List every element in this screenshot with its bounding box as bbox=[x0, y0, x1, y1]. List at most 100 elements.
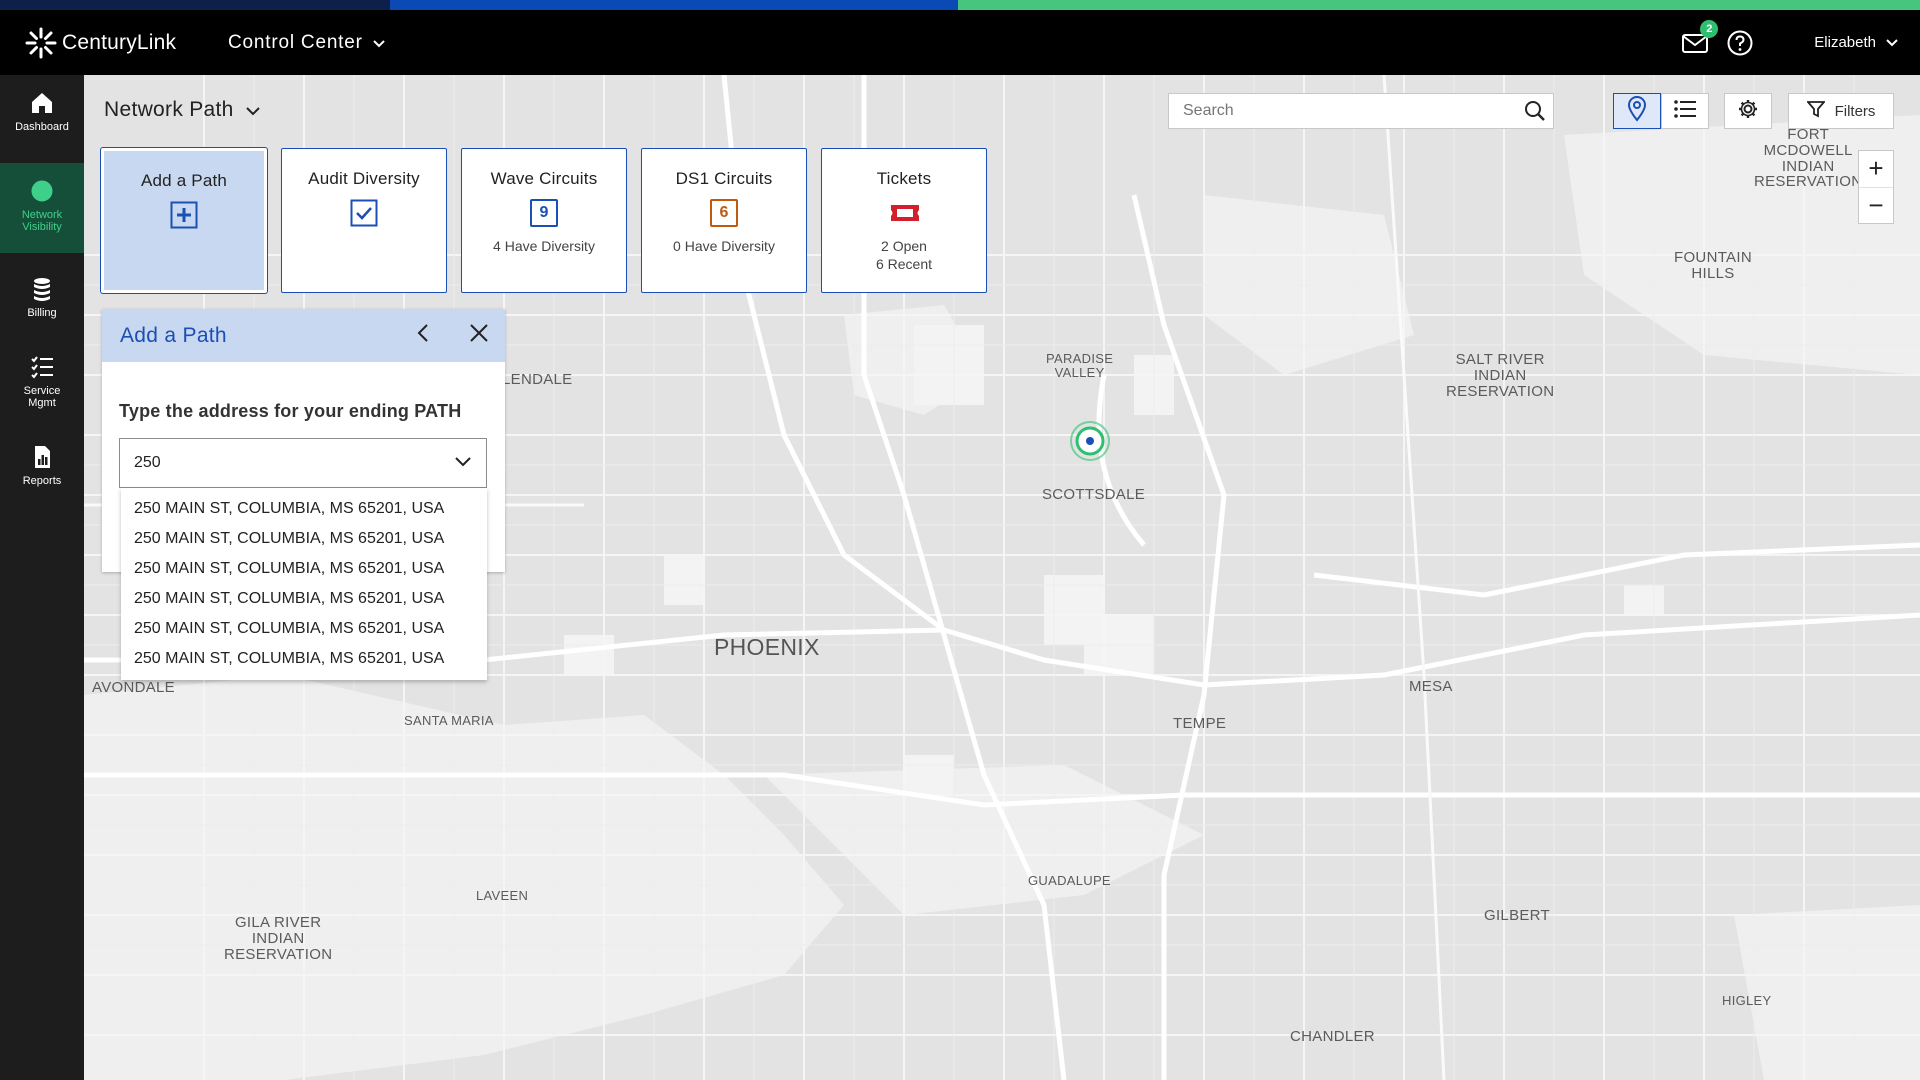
card-add-a-path[interactable]: Add a Path bbox=[101, 148, 267, 293]
address-option[interactable]: 250 MAIN ST, COLUMBIA, MS 65201, USA bbox=[121, 584, 487, 614]
dropdown-toggle[interactable] bbox=[440, 454, 486, 472]
checklist-icon bbox=[28, 353, 56, 381]
map-label-paradise-valley: PARADISE VALLEY bbox=[1046, 352, 1113, 379]
map-label-santa-maria: SANTA MARIA bbox=[404, 714, 494, 728]
nav-item-network-visibility[interactable]: Network Visibility bbox=[0, 163, 84, 253]
checkbox-icon bbox=[350, 199, 378, 227]
card-subtitle: 4 Have Diversity bbox=[493, 238, 595, 254]
card-tickets[interactable]: Tickets 2 Open 6 Recent bbox=[821, 148, 987, 293]
address-option[interactable]: 250 MAIN ST, COLUMBIA, MS 65201, USA bbox=[121, 554, 487, 584]
user-name: Elizabeth bbox=[1814, 34, 1876, 51]
brand-name: CenturyLink bbox=[62, 30, 177, 54]
top-header: CenturyLink Control Center 2 Elizabeth bbox=[0, 10, 1920, 75]
tickets-open: 2 Open bbox=[881, 238, 927, 254]
messages-button[interactable]: 2 bbox=[1680, 19, 1719, 58]
mail-icon bbox=[1680, 33, 1710, 62]
nav-label: Dashboard bbox=[15, 121, 69, 133]
zoom-in-button[interactable]: + bbox=[1859, 151, 1893, 187]
nav-label: Reports bbox=[22, 475, 62, 487]
card-title: Tickets bbox=[876, 169, 932, 188]
coins-icon bbox=[28, 275, 56, 303]
nav-item-service-mgmt[interactable]: Service Mgmt bbox=[0, 331, 84, 421]
address-option[interactable]: 250 MAIN ST, COLUMBIA, MS 65201, USA bbox=[121, 494, 487, 524]
card-ds1-circuits[interactable]: DS1 Circuits 6 0 Have Diversity bbox=[641, 148, 807, 293]
map-label-mesa: MESA bbox=[1409, 679, 1453, 695]
map-label-phoenix: PHOENIX bbox=[714, 635, 820, 659]
map-label-fort-mcdowell: FORT MCDOWELL INDIAN RESERVATION bbox=[1754, 127, 1862, 190]
card-subtitle: 0 Have Diversity bbox=[673, 238, 775, 254]
nav-item-billing[interactable]: Billing bbox=[0, 253, 84, 331]
card-title: Add a Path bbox=[140, 171, 228, 190]
chevron-down-icon bbox=[455, 454, 471, 472]
nav-label: Network Visibility bbox=[21, 209, 63, 233]
map-label-text: AVONDALE bbox=[92, 679, 175, 696]
help-button[interactable] bbox=[1726, 29, 1754, 57]
map-label-text: LENDALE bbox=[502, 371, 573, 388]
close-icon bbox=[469, 323, 489, 348]
map-label-text: GILA RIVER INDIAN RESERVATION bbox=[224, 914, 333, 963]
address-option[interactable]: 250 MAIN ST, COLUMBIA, MS 65201, USA bbox=[121, 614, 487, 644]
user-menu[interactable]: Elizabeth bbox=[1814, 34, 1898, 51]
summary-cards: Add a Path Audit Diversity Wave Circuits… bbox=[101, 148, 987, 293]
list-icon bbox=[1674, 99, 1696, 123]
map-view-button[interactable] bbox=[1613, 93, 1661, 129]
card-title: Wave Circuits bbox=[490, 169, 598, 188]
map-label-text: PHOENIX bbox=[714, 634, 820, 660]
map-label-tempe: TEMPE bbox=[1173, 716, 1226, 732]
card-audit-diversity[interactable]: Audit Diversity bbox=[281, 148, 447, 293]
list-view-button[interactable] bbox=[1661, 93, 1709, 129]
question-circle-icon bbox=[1726, 30, 1754, 61]
page-title: Network Path bbox=[104, 98, 234, 121]
chevron-down-icon bbox=[373, 32, 385, 54]
address-prompt: Type the address for your ending PATH bbox=[119, 401, 462, 421]
map-label-text: GILBERT bbox=[1484, 907, 1551, 924]
card-wave-circuits[interactable]: Wave Circuits 9 4 Have Diversity bbox=[461, 148, 627, 293]
map-label-text: MESA bbox=[1409, 678, 1453, 695]
map-label-higley: HIGLEY bbox=[1722, 994, 1771, 1008]
location-marker-icon[interactable] bbox=[1068, 419, 1112, 463]
chevron-down-icon bbox=[245, 98, 260, 122]
plus-box-icon bbox=[170, 201, 198, 229]
address-option[interactable]: 250 MAIN ST, COLUMBIA, MS 65201, USA bbox=[121, 644, 487, 674]
nav-label: Service Mgmt bbox=[23, 385, 61, 409]
map-search bbox=[1168, 93, 1554, 129]
home-icon bbox=[28, 89, 56, 117]
panel-header: Add a Path bbox=[102, 309, 505, 362]
search-input[interactable] bbox=[1169, 102, 1517, 120]
map-label-gila-river: GILA RIVER INDIAN RESERVATION bbox=[224, 915, 332, 962]
close-button[interactable] bbox=[459, 316, 499, 356]
map-label-text: HIGLEY bbox=[1722, 993, 1772, 1008]
map-label-text: LAVEEN bbox=[476, 888, 529, 903]
app-switcher-dropdown[interactable]: Control Center bbox=[228, 32, 385, 54]
map-label-text: FORT MCDOWELL INDIAN RESERVATION bbox=[1754, 126, 1863, 191]
map-label-laveen: LAVEEN bbox=[476, 889, 528, 903]
search-icon[interactable] bbox=[1517, 93, 1553, 129]
stripe-segment-navy bbox=[0, 0, 390, 10]
address-input[interactable] bbox=[120, 454, 440, 472]
app-name: Control Center bbox=[228, 31, 363, 53]
map-label-text: TEMPE bbox=[1173, 715, 1227, 732]
mail-count-badge: 2 bbox=[1700, 19, 1719, 38]
map-label-text: GUADALUPE bbox=[1028, 873, 1111, 888]
map-label-gilbert: GILBERT bbox=[1484, 908, 1550, 924]
back-button[interactable] bbox=[403, 316, 443, 356]
nav-item-dashboard[interactable]: Dashboard bbox=[0, 75, 84, 163]
map-label-avondale: AVONDALE bbox=[92, 680, 175, 696]
ds1-count-badge: 6 bbox=[710, 199, 738, 227]
centurylink-logo[interactable]: CenturyLink bbox=[24, 26, 184, 60]
filters-button[interactable]: Filters bbox=[1788, 93, 1894, 129]
nav-item-reports[interactable]: Reports bbox=[0, 421, 84, 501]
map-label-scottsdale: SCOTTSDALE bbox=[1042, 487, 1145, 503]
map-label-text: SALT RIVER INDIAN RESERVATION bbox=[1446, 351, 1555, 400]
zoom-out-button[interactable]: − bbox=[1859, 186, 1893, 224]
wave-count-badge: 9 bbox=[530, 199, 558, 227]
address-option[interactable]: 250 MAIN ST, COLUMBIA, MS 65201, USA bbox=[121, 524, 487, 554]
address-combobox bbox=[119, 438, 487, 488]
map-label-glendale: LENDALE bbox=[502, 372, 572, 388]
top-progress-stripe bbox=[0, 0, 1920, 10]
page-title-dropdown[interactable]: Network Path bbox=[104, 98, 260, 122]
side-navigation: Dashboard Network Visibility Billing Ser… bbox=[0, 75, 84, 1080]
address-suggestions: 250 MAIN ST, COLUMBIA, MS 65201, USA 250… bbox=[121, 488, 487, 680]
settings-button[interactable] bbox=[1724, 93, 1772, 129]
panel-title: Add a Path bbox=[120, 323, 227, 347]
